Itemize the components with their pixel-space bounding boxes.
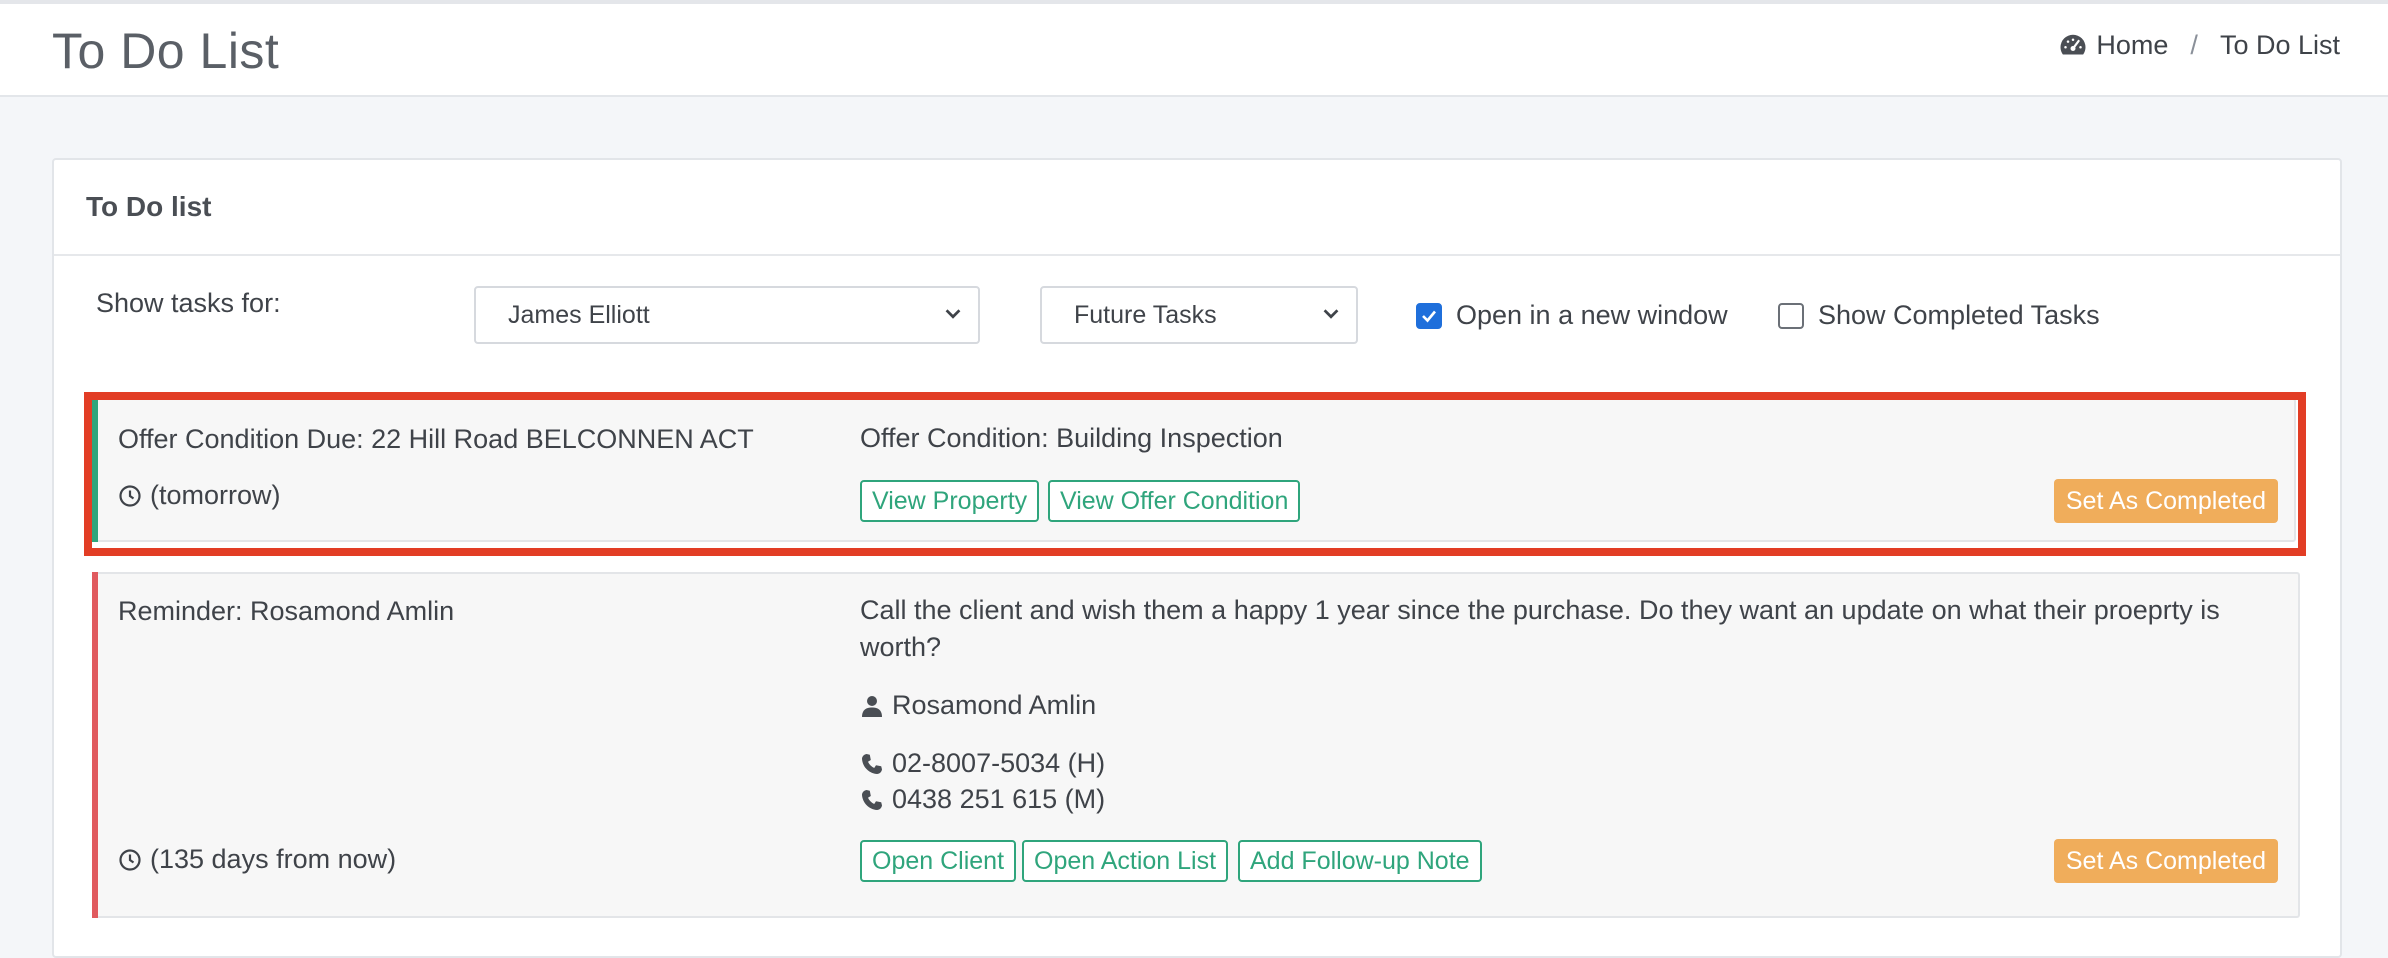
breadcrumb-home-link[interactable]: Home [2058,30,2168,61]
show-completed-label: Show Completed Tasks [1818,300,2100,330]
task-due: (tomorrow) [118,480,281,511]
phone-icon [862,753,882,774]
clock-icon [119,848,141,871]
task-item: Offer Condition Due: 22 Hill Road BELCON… [92,398,2296,542]
task-description: Call the client and wish them a happy 1 … [860,592,2220,666]
task-description-line: worth? [860,632,942,662]
open-new-window-toggle[interactable]: Open in a new window [1416,300,1728,331]
open-new-window-checkbox[interactable] [1416,302,1442,329]
task-title: Offer Condition Due: 22 Hill Road BELCON… [118,424,754,454]
task-title: Reminder: Rosamond Amlin [118,596,455,626]
add-follow-up-note-button[interactable]: Add Follow-up Note [1238,840,1482,882]
chevron-down-icon [1323,309,1339,319]
task-description: Offer Condition: Building Inspection [860,423,1283,453]
period-select[interactable]: Future Tasks [1040,286,1358,344]
card-title: To Do list [86,191,212,222]
phone-mobile-line: 0438 251 615 (M) [860,784,1105,815]
task-due-text: (135 days from now) [150,844,397,874]
show-tasks-label: Show tasks for: [96,288,281,318]
dashboard-gauge-icon [2060,34,2086,54]
task-accent-bar [92,398,98,542]
view-offer-condition-button[interactable]: View Offer Condition [1048,480,1301,522]
card-header: To Do list [54,160,2340,256]
breadcrumb-separator: / [2190,30,2198,60]
period-select-value: Future Tasks [1074,300,1217,329]
breadcrumb-home-label: Home [2096,30,2169,60]
task-description-line: Call the client and wish them a happy 1 … [860,595,2220,625]
set-as-completed-button[interactable]: Set As Completed [2053,839,2278,883]
task-item: Reminder: Rosamond Amlin Call the client… [92,572,2300,918]
breadcrumb: Home / To Do List [2058,30,2340,61]
view-property-button[interactable]: View Property [860,480,1040,522]
chevron-down-icon [945,309,961,319]
show-completed-checkbox[interactable] [1778,302,1804,329]
user-select[interactable]: James Elliott [474,286,980,344]
open-new-window-label: Open in a new window [1456,300,1728,330]
open-action-list-button[interactable]: Open Action List [1022,840,1229,882]
breadcrumb-current: To Do List [2219,30,2340,60]
contact-name-line: Rosamond Amlin [860,690,1096,721]
contact-name: Rosamond Amlin [892,690,1097,720]
phone-home: 02-8007-5034 (H) [892,748,1106,778]
page-header: To Do List Home / To Do List [0,4,2388,97]
task-due: (135 days from now) [118,844,396,875]
task-due-text: (tomorrow) [150,480,281,510]
phone-icon [862,789,882,810]
page-title: To Do List [52,23,280,79]
checkmark-icon [1422,310,1437,322]
show-completed-toggle[interactable]: Show Completed Tasks [1778,300,2100,331]
phone-mobile: 0438 251 615 (M) [892,784,1106,814]
open-client-button[interactable]: Open Client [860,840,1017,882]
phone-home-line: 02-8007-5034 (H) [860,748,1105,779]
filter-bar: Show tasks for: James Elliott Future Tas… [54,256,2340,356]
set-as-completed-button[interactable]: Set As Completed [2053,479,2278,523]
user-select-value: James Elliott [508,300,650,329]
clock-icon [119,484,141,507]
user-icon [862,695,882,717]
task-accent-bar [92,572,98,918]
